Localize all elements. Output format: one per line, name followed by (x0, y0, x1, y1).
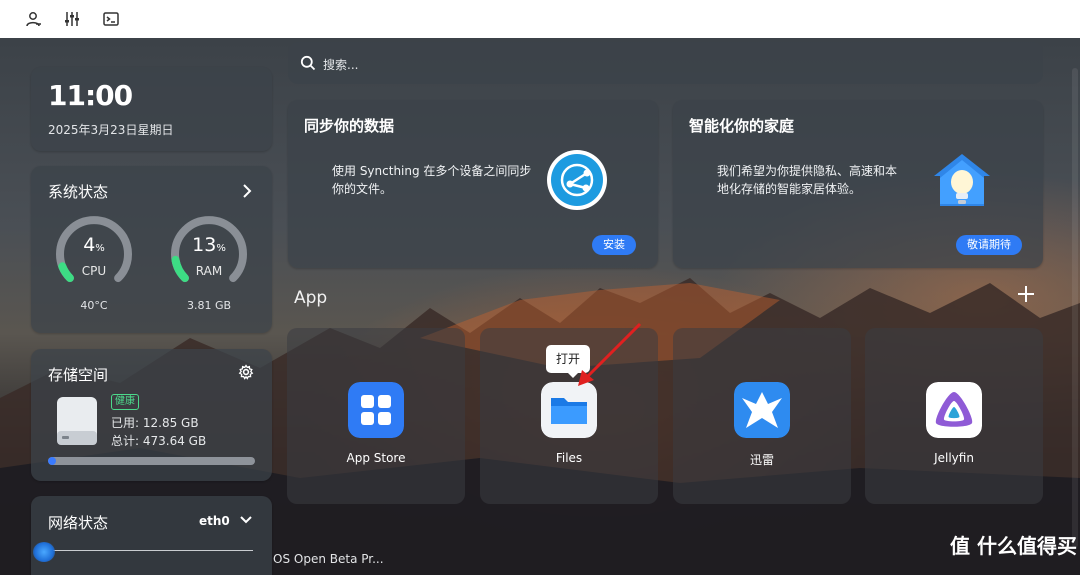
ram-usage: 3.81 GB (186, 299, 232, 312)
app-section-title: App (294, 288, 328, 308)
clock-time: 11:00 (48, 79, 133, 112)
app-name: App Store (346, 451, 406, 465)
promo-sync-desc-line1: 使用 Syncthing 在多个设备之间同步 (332, 164, 532, 178)
system-status-widget[interactable]: 系统状态 4% CPU 40°C 13% RAM 3.81 GB (31, 166, 272, 333)
storage-widget[interactable]: 存储空间 健康 已用: 12.85 GB 总计: 473.64 GB (31, 349, 272, 481)
scrollbar[interactable] (1072, 68, 1078, 548)
network-graph-line (53, 550, 253, 551)
search-icon (300, 55, 316, 71)
thunder-bird-icon (734, 382, 790, 438)
chevron-right-icon[interactable] (241, 184, 253, 198)
clock-widget: 11:00 2025年3月23日星期日 (31, 67, 272, 151)
sliders-icon[interactable] (63, 10, 81, 28)
gear-icon[interactable] (238, 364, 254, 380)
plus-icon (1018, 286, 1034, 302)
app-name: 迅雷 (749, 453, 774, 467)
storage-total: 总计: 473.64 GB (111, 434, 207, 448)
jellyfin-icon (926, 382, 982, 438)
network-title: 网络状态 (48, 514, 109, 532)
coming-soon-button[interactable]: 敬请期待 (956, 235, 1022, 255)
install-button[interactable]: 安装 (592, 235, 636, 255)
cpu-gauge: 4% CPU (52, 212, 136, 296)
promo-card-smart-home[interactable]: 智能化你的家庭 我们希望为你提供隐私、高速和本 地化存储的智能家居体验。 敬请期… (673, 100, 1043, 268)
network-widget[interactable]: 网络状态 eth0 (31, 496, 272, 575)
cpu-label: CPU (81, 264, 107, 278)
network-indicator (33, 542, 55, 562)
app-card-jellyfin[interactable]: Jellyfin (865, 328, 1043, 504)
promo-card-syncthing[interactable]: 同步你的数据 使用 Syncthing 在多个设备之间同步 你的文件。 安装 (288, 100, 658, 268)
search-bar[interactable]: 搜索... (288, 42, 1043, 84)
ram-value: 13% (192, 234, 226, 256)
app-store-icon (348, 382, 404, 438)
cpu-temperature: 40°C (80, 299, 108, 312)
promo-home-title: 智能化你的家庭 (689, 117, 795, 135)
smart-home-bulb-icon (934, 154, 990, 206)
promo-sync-description: 使用 Syncthing 在多个设备之间同步 你的文件。 (332, 162, 531, 198)
storage-usage-fill (48, 457, 57, 465)
terminal-icon[interactable] (102, 10, 120, 28)
cpu-value: 4% (83, 234, 105, 256)
promo-home-desc-line1: 我们希望为你提供隐私、高速和本 (717, 164, 898, 178)
ram-gauge: 13% RAM (167, 212, 251, 296)
annotation-arrow (578, 322, 642, 386)
network-interface-value: eth0 (199, 514, 230, 528)
health-badge: 健康 (111, 394, 139, 410)
storage-title: 存储空间 (48, 366, 109, 384)
watermark-logo: 值 什么值得买 (950, 534, 1077, 558)
app-name: Files (555, 451, 583, 465)
system-status-title: 系统状态 (48, 183, 109, 201)
network-interface-select[interactable]: eth0 (199, 514, 252, 528)
clock-date: 2025年3月23日星期日 (48, 123, 174, 137)
user-icon[interactable] (25, 10, 43, 28)
chevron-down-icon (240, 516, 252, 524)
top-toolbar (0, 0, 1080, 39)
storage-usage-bar (48, 457, 255, 465)
desktop: 11:00 2025年3月23日星期日 系统状态 4% CPU 40°C 13%… (0, 38, 1080, 575)
hard-drive-icon (57, 397, 97, 445)
ram-label: RAM (195, 264, 223, 278)
app-name: Jellyfin (934, 451, 974, 465)
footer-status-text: OS Open Beta Pr... (273, 552, 384, 566)
storage-used: 已用: 12.85 GB (111, 416, 199, 430)
app-card-thunder[interactable]: 迅雷 (673, 328, 851, 504)
promo-sync-title: 同步你的数据 (304, 117, 395, 135)
folder-icon (541, 382, 597, 438)
promo-home-description: 我们希望为你提供隐私、高速和本 地化存储的智能家居体验。 (717, 162, 897, 198)
syncthing-icon (547, 150, 607, 210)
promo-sync-desc-line2: 你的文件。 (332, 182, 393, 196)
app-card-app-store[interactable]: App Store (287, 328, 465, 504)
add-app-button[interactable] (1017, 283, 1035, 307)
promo-home-desc-line2: 地化存储的智能家居体验。 (717, 182, 862, 196)
search-input[interactable]: 搜索... (323, 56, 358, 73)
